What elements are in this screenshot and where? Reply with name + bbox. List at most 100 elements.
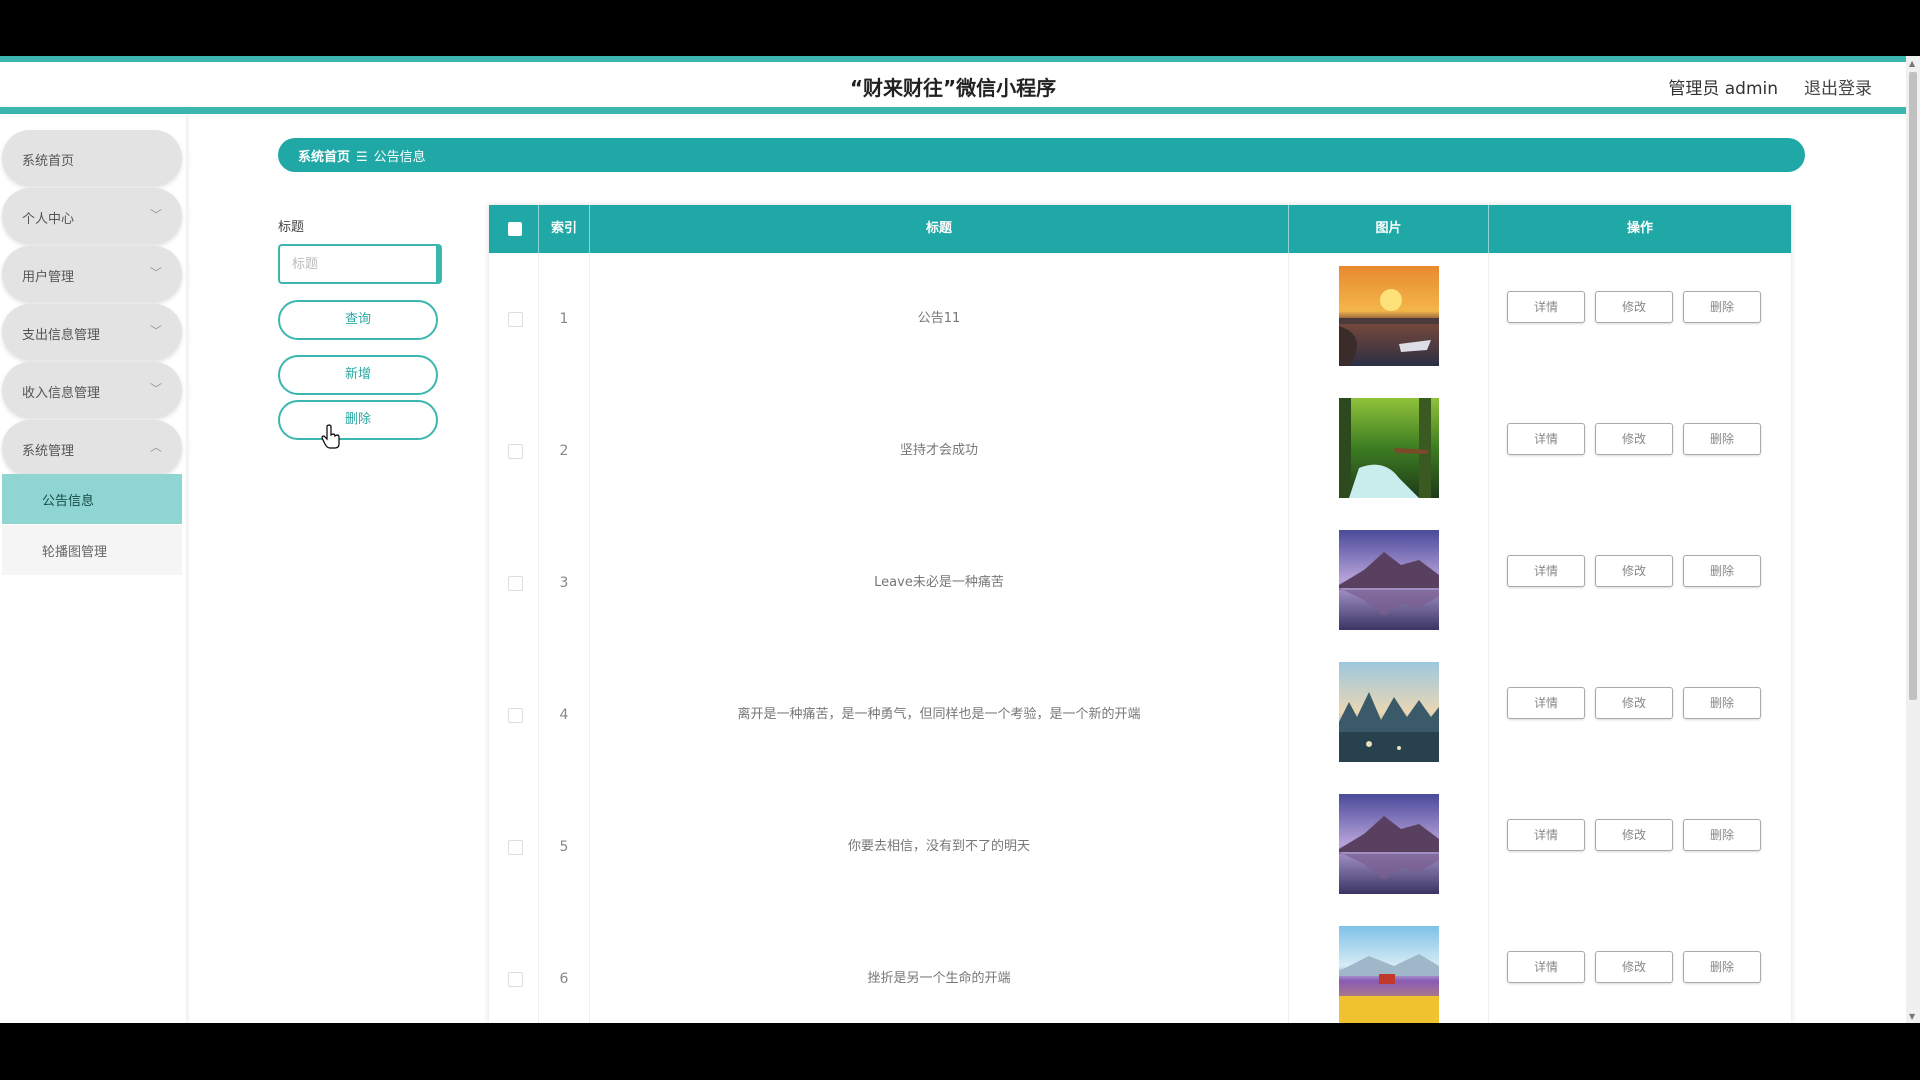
scroll-up-icon[interactable]: ▲: [1909, 59, 1915, 68]
row-title: 坚持才会成功: [590, 385, 1289, 517]
delete-button[interactable]: 删除: [1683, 687, 1761, 719]
table-row: 5 你要去相信，没有到不了的明天 详情 修改 删除: [489, 781, 1791, 914]
detail-button[interactable]: 详情: [1507, 819, 1585, 851]
edit-button[interactable]: 修改: [1595, 423, 1673, 455]
sunset-boats-image[interactable]: [1339, 266, 1439, 366]
edit-button[interactable]: 修改: [1595, 291, 1673, 323]
table-row: 4 离开是一种痛苦，是一种勇气，但同样也是一个考验，是一个新的开端 详情 修改 …: [489, 649, 1791, 782]
row-actions-cell: 详情 修改 删除: [1489, 253, 1791, 385]
sidebar-subitem-carousel[interactable]: 轮播图管理: [2, 525, 182, 575]
row-actions-cell: 详情 修改 删除: [1489, 781, 1791, 913]
row-actions-cell: 详情 修改 删除: [1489, 385, 1791, 517]
query-button[interactable]: 查询: [278, 300, 438, 340]
row-checkbox[interactable]: [508, 972, 523, 987]
sidebar-item-expense-management[interactable]: 支出信息管理 ﹀: [2, 304, 182, 360]
row-image-cell: [1289, 517, 1489, 649]
chevron-up-icon: ︿: [149, 440, 162, 454]
table-row: 2 坚持才会成功 详情 修改 删除: [489, 385, 1791, 518]
row-title: 挫折是另一个生命的开端: [590, 913, 1289, 1023]
scroll-down-icon[interactable]: ▼: [1909, 1012, 1915, 1021]
karst-mountains-image[interactable]: [1339, 662, 1439, 762]
row-checkbox[interactable]: [508, 708, 523, 723]
row-check-cell: [489, 913, 539, 1023]
row-index: 2: [539, 385, 590, 517]
row-check-cell: [489, 253, 539, 385]
breadcrumb-home[interactable]: 系统首页: [298, 150, 350, 165]
sidebar-item-label: 支出信息管理: [22, 328, 101, 343]
breadcrumb-separator-icon: ☰: [356, 150, 368, 165]
sidebar-item-personal-center[interactable]: 个人中心 ﹀: [2, 188, 182, 244]
top-bar: “财来财往”微信小程序 管理员 admin 退出登录: [0, 56, 1906, 114]
row-image-cell: [1289, 913, 1489, 1023]
sidebar-item-system-management[interactable]: 系统管理 ︿: [2, 420, 182, 476]
column-header-index: 索引: [539, 205, 590, 253]
sidebar: 系统首页 个人中心 ﹀ 用户管理 ﹀ 支出信息管理 ﹀ 收入信息管理 ﹀ 系统管…: [0, 114, 186, 1023]
app-window: “财来财往”微信小程序 管理员 admin 退出登录 系统首页 个人中心 ﹀ 用…: [0, 56, 1906, 1023]
purple-mountain-lake-image[interactable]: [1339, 794, 1439, 894]
row-check-cell: [489, 649, 539, 781]
edit-button[interactable]: 修改: [1595, 819, 1673, 851]
detail-button[interactable]: 详情: [1507, 555, 1585, 587]
detail-button[interactable]: 详情: [1507, 951, 1585, 983]
edit-button[interactable]: 修改: [1595, 951, 1673, 983]
announcement-table: 索引 标题 图片 操作 1 公告11 详情 修改 删除 2 坚持才会成功 详情 …: [489, 205, 1791, 1023]
scrollbar-thumb[interactable]: [1909, 72, 1917, 700]
row-checkbox[interactable]: [508, 312, 523, 327]
row-actions-cell: 详情 修改 删除: [1489, 517, 1791, 649]
add-button[interactable]: 新增: [278, 355, 438, 395]
row-image-cell: [1289, 253, 1489, 385]
row-index: 5: [539, 781, 590, 913]
sidebar-item-label: 系统管理: [22, 444, 75, 459]
row-checkbox[interactable]: [508, 444, 523, 459]
sidebar-item-income-management[interactable]: 收入信息管理 ﹀: [2, 362, 182, 418]
sidebar-subitem-label: 公告信息: [42, 494, 95, 509]
row-actions-cell: 详情 修改 删除: [1489, 649, 1791, 781]
row-index: 4: [539, 649, 590, 781]
select-all-checkbox[interactable]: [508, 222, 522, 236]
delete-button[interactable]: 删除: [1683, 555, 1761, 587]
row-title: 离开是一种痛苦，是一种勇气，但同样也是一个考验，是一个新的开端: [590, 649, 1289, 781]
delete-button[interactable]: 删除: [1683, 291, 1761, 323]
row-index: 1: [539, 253, 590, 385]
table-header: 索引 标题 图片 操作: [489, 205, 1791, 253]
chevron-down-icon: ﹀: [149, 382, 162, 396]
edit-button[interactable]: 修改: [1595, 555, 1673, 587]
detail-button[interactable]: 详情: [1507, 291, 1585, 323]
column-header-image: 图片: [1289, 205, 1489, 253]
row-check-cell: [489, 781, 539, 913]
detail-button[interactable]: 详情: [1507, 423, 1585, 455]
table-row: 3 Leave未必是一种痛苦 详情 修改 删除: [489, 517, 1791, 650]
row-checkbox[interactable]: [508, 840, 523, 855]
batch-delete-button[interactable]: 删除: [278, 400, 438, 440]
row-title: 公告11: [590, 253, 1289, 385]
forest-waterfall-image[interactable]: [1339, 398, 1439, 498]
row-check-cell: [489, 517, 539, 649]
flower-field-image[interactable]: [1339, 926, 1439, 1023]
delete-button[interactable]: 删除: [1683, 951, 1761, 983]
delete-button[interactable]: 删除: [1683, 423, 1761, 455]
sidebar-subitem-label: 轮播图管理: [42, 545, 108, 560]
title-search-input[interactable]: [278, 244, 442, 284]
row-image-cell: [1289, 649, 1489, 781]
sidebar-item-label: 用户管理: [22, 270, 75, 285]
delete-button[interactable]: 删除: [1683, 819, 1761, 851]
row-actions-cell: 详情 修改 删除: [1489, 913, 1791, 1023]
logout-link[interactable]: 退出登录: [1804, 74, 1872, 99]
column-header-title: 标题: [590, 205, 1289, 253]
row-image-cell: [1289, 781, 1489, 913]
hand-cursor-icon: [321, 424, 340, 449]
sidebar-item-label: 收入信息管理: [22, 386, 101, 401]
page-scrollbar[interactable]: ▲ ▼: [1906, 56, 1920, 1023]
sidebar-item-user-management[interactable]: 用户管理 ﹀: [2, 246, 182, 302]
edit-button[interactable]: 修改: [1595, 687, 1673, 719]
purple-mountain-lake-image[interactable]: [1339, 530, 1439, 630]
row-title: Leave未必是一种痛苦: [590, 517, 1289, 649]
chevron-down-icon: ﹀: [149, 208, 162, 222]
sidebar-subitem-announcements[interactable]: 公告信息: [2, 474, 182, 524]
detail-button[interactable]: 详情: [1507, 687, 1585, 719]
sidebar-item-home[interactable]: 系统首页: [2, 130, 182, 186]
row-checkbox[interactable]: [508, 576, 523, 591]
table-row: 6 挫折是另一个生命的开端 详情 修改 删除: [489, 913, 1791, 1023]
user-label: 管理员 admin: [1668, 79, 1778, 99]
chevron-down-icon: ﹀: [149, 266, 162, 280]
